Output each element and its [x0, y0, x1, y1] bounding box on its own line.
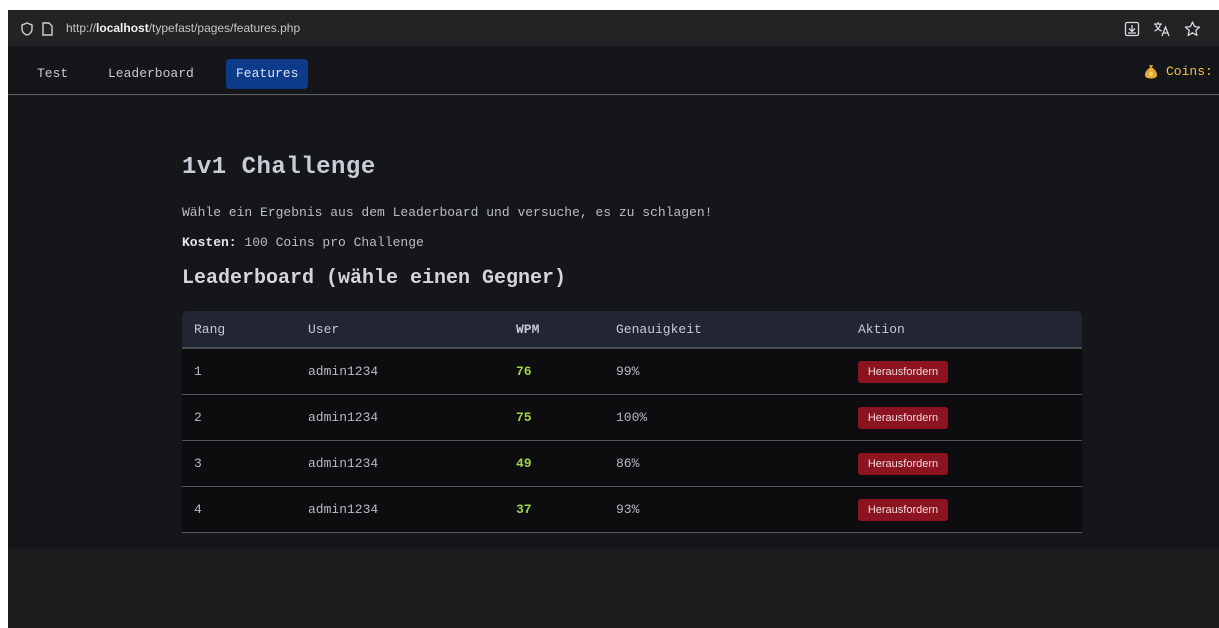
table-row: 4 admin1234 37 93% Herausfordern: [182, 487, 1082, 533]
address-bar[interactable]: http://localhost/typefast/pages/features…: [8, 10, 1219, 46]
header-aktion: Aktion: [858, 322, 905, 337]
header-rang: Rang: [194, 322, 226, 337]
cell-user: admin1234: [308, 364, 379, 379]
features-page: 1v1 Challenge Wähle ein Ergebnis aus dem…: [8, 96, 1219, 549]
coins-label: Coins:: [1166, 64, 1213, 79]
coins-display: Coins:: [1144, 64, 1213, 79]
page-title: 1v1 Challenge: [182, 154, 376, 181]
cell-user: admin1234: [308, 502, 379, 517]
table-row: 3 admin1234 49 86% Herausfordern: [182, 441, 1082, 487]
url-text[interactable]: http://localhost/typefast/pages/features…: [66, 21, 300, 35]
save-to-pocket-icon[interactable]: [1123, 20, 1141, 38]
nav-item-features[interactable]: Features: [226, 59, 309, 89]
shield-icon[interactable]: [21, 22, 33, 41]
cell-wpm: 76: [516, 364, 532, 379]
cell-rang: 4: [194, 502, 202, 517]
cell-rang: 1: [194, 364, 202, 379]
cell-user: admin1234: [308, 410, 379, 425]
cell-rang: 3: [194, 456, 202, 471]
cell-rang: 2: [194, 410, 202, 425]
cell-wpm: 37: [516, 502, 532, 517]
challenge-button[interactable]: Herausfordern: [858, 361, 948, 383]
nav-item-test[interactable]: Test: [27, 59, 78, 89]
cell-wpm: 75: [516, 410, 532, 425]
challenge-description: Wähle ein Ergebnis aus dem Leaderboard u…: [182, 205, 713, 220]
app-navbar: Test Leaderboard Features Coins:: [8, 46, 1219, 95]
cell-wpm: 49: [516, 456, 532, 471]
money-bag-icon: [1144, 64, 1158, 79]
challenge-button[interactable]: Herausfordern: [858, 453, 948, 475]
page-icon: [42, 22, 53, 41]
cell-user: admin1234: [308, 456, 379, 471]
cell-genauigkeit: 93%: [616, 502, 640, 517]
nav-item-leaderboard[interactable]: Leaderboard: [98, 59, 204, 89]
leaderboard-heading: Leaderboard (wähle einen Gegner): [182, 267, 567, 290]
challenge-button[interactable]: Herausfordern: [858, 407, 948, 429]
cell-genauigkeit: 99%: [616, 364, 640, 379]
header-wpm: WPM: [516, 322, 540, 337]
challenge-cost: Kosten: 100 Coins pro Challenge: [182, 235, 424, 250]
header-genauigkeit: Genauigkeit: [616, 322, 702, 337]
bookmark-star-icon[interactable]: [1183, 20, 1201, 38]
cost-label: Kosten:: [182, 235, 237, 250]
header-user: User: [308, 322, 340, 337]
cost-value: 100 Coins pro Challenge: [236, 235, 424, 250]
browser-window: http://localhost/typefast/pages/features…: [8, 10, 1219, 628]
translate-icon[interactable]: [1153, 20, 1171, 38]
challenge-button[interactable]: Herausfordern: [858, 499, 948, 521]
cell-genauigkeit: 86%: [616, 456, 640, 471]
cell-genauigkeit: 100%: [616, 410, 648, 425]
table-row: 2 admin1234 75 100% Herausfordern: [182, 395, 1082, 441]
table-row: 1 admin1234 76 99% Herausfordern: [182, 349, 1082, 395]
leaderboard-table: Rang User WPM Genauigkeit Aktion 1 admin…: [182, 311, 1082, 533]
table-header: Rang User WPM Genauigkeit Aktion: [182, 311, 1082, 349]
